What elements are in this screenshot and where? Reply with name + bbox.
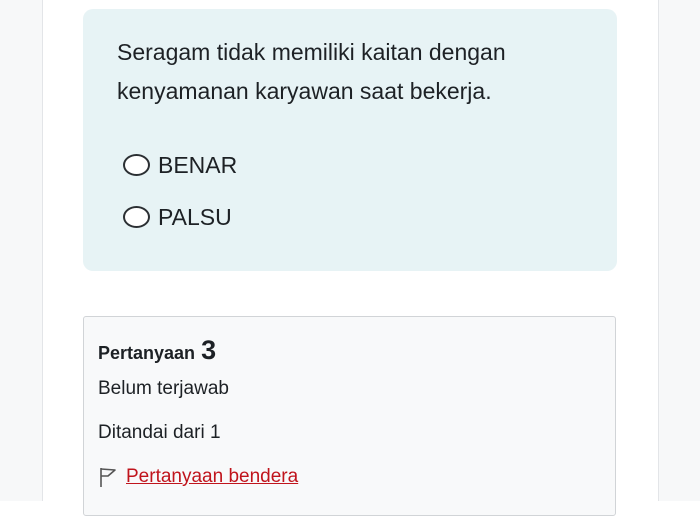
question-text: Seragam tidak memiliki kaitan dengan ken… xyxy=(117,39,506,104)
option-label-palsu: PALSU xyxy=(158,203,232,230)
option-palsu[interactable]: PALSU xyxy=(123,200,232,234)
question-card: Seragam tidak memiliki kaitan dengan ken… xyxy=(83,9,617,271)
right-gutter xyxy=(658,0,700,501)
left-gutter xyxy=(0,0,43,501)
question-number: 3 xyxy=(201,335,217,365)
radio-benar[interactable] xyxy=(123,154,150,176)
marks-info: Ditandai dari 1 xyxy=(98,422,221,443)
question-heading: Pertanyaan 3 xyxy=(98,335,216,366)
option-label-benar: BENAR xyxy=(158,151,238,178)
flag-question[interactable]: Pertanyaan bendera xyxy=(98,466,298,488)
answer-status: Belum terjawab xyxy=(98,378,229,399)
question-word: Pertanyaan xyxy=(98,343,196,363)
flag-question-link[interactable]: Pertanyaan bendera xyxy=(126,466,298,488)
flag-outline-icon[interactable] xyxy=(98,466,118,488)
question-info-card: Pertanyaan 3 Belum terjawab Ditandai dar… xyxy=(83,316,616,516)
radio-palsu[interactable] xyxy=(123,206,150,228)
option-benar[interactable]: BENAR xyxy=(123,148,237,182)
